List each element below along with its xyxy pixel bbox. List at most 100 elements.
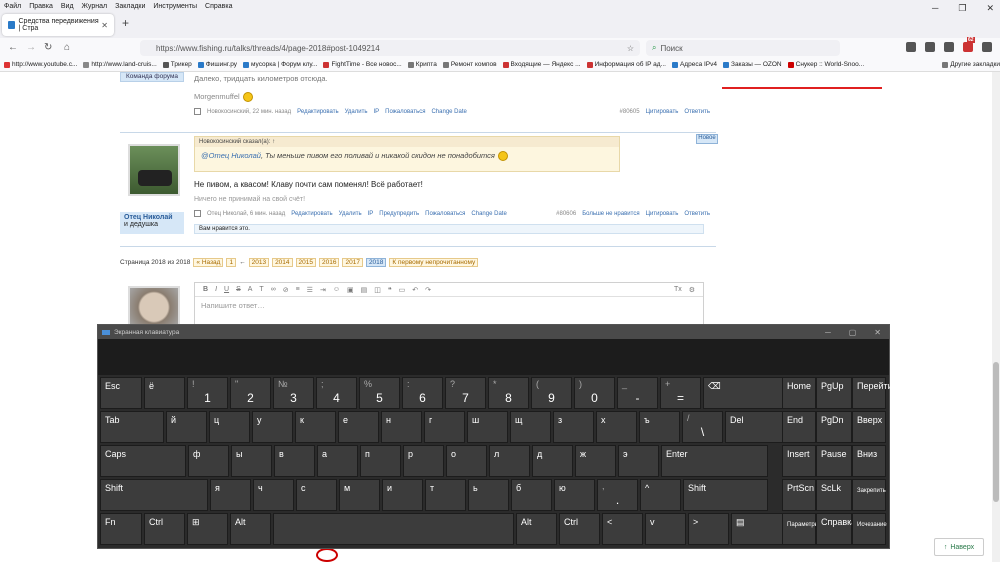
key[interactable]: я <box>210 479 251 511</box>
side-key[interactable]: End <box>782 411 816 443</box>
key[interactable]: ф <box>188 445 229 477</box>
redo-icon[interactable]: ↷ <box>425 286 431 294</box>
action-change-date[interactable]: Change Date <box>471 211 506 217</box>
key[interactable]: м <box>339 479 380 511</box>
key[interactable]: й <box>166 411 207 443</box>
bookmark-item[interactable]: http://www.land-cruis... <box>83 61 157 68</box>
key[interactable]: е <box>338 411 379 443</box>
key[interactable]: " 2 <box>230 377 271 409</box>
quote-mention[interactable]: @Отец Николай <box>201 151 261 160</box>
media-icon[interactable]: ▤ <box>361 286 368 294</box>
key[interactable]: Shift <box>683 479 768 511</box>
key[interactable]: ч <box>253 479 294 511</box>
key[interactable]: ; 4 <box>316 377 357 409</box>
new-tab-icon[interactable]: + <box>122 16 129 30</box>
list-icon[interactable]: ☰ <box>307 286 313 294</box>
key[interactable]: ё <box>144 377 185 409</box>
action-edit[interactable]: Редактировать <box>291 211 332 217</box>
bookmark-item[interactable]: http://www.youtube.c... <box>4 61 77 68</box>
key[interactable]: ⌫ <box>703 377 789 409</box>
maximize-icon[interactable]: ❐ <box>958 3 966 14</box>
page-scrollbar[interactable] <box>992 72 1000 562</box>
key[interactable]: v <box>645 513 686 545</box>
action-report[interactable]: Пожаловаться <box>425 211 465 217</box>
key[interactable]: з <box>553 411 594 443</box>
reload-icon[interactable]: ↻ <box>44 42 52 53</box>
key[interactable]: Alt <box>230 513 271 545</box>
key[interactable]: ц <box>209 411 250 443</box>
key[interactable]: э <box>618 445 659 477</box>
bookmark-item[interactable]: мусорка | Форум клу... <box>242 61 317 68</box>
extension-icon[interactable] <box>982 42 992 52</box>
key[interactable]: + = <box>660 377 701 409</box>
key[interactable]: > <box>688 513 729 545</box>
key[interactable]: ы <box>231 445 272 477</box>
side-key[interactable]: Параметры <box>782 513 819 545</box>
extension-icon[interactable] <box>906 42 916 52</box>
bookmark-item[interactable]: Заказы — OZON <box>723 61 782 68</box>
key[interactable]: ш <box>467 411 508 443</box>
code-icon[interactable]: ◫ <box>374 286 381 294</box>
key[interactable]: № 3 <box>273 377 314 409</box>
key[interactable]: г <box>424 411 465 443</box>
font-color-icon[interactable]: A <box>248 286 253 293</box>
action-quote[interactable]: Цитировать <box>646 211 679 217</box>
page-link[interactable]: 2016 <box>319 258 340 267</box>
key[interactable]: к <box>295 411 336 443</box>
key[interactable] <box>273 513 514 545</box>
bookmark-item[interactable]: FightTime - Все новос... <box>323 61 402 68</box>
side-key[interactable]: PgDn <box>816 411 852 443</box>
key[interactable]: а <box>317 445 358 477</box>
side-key[interactable]: Исчезание <box>852 513 887 545</box>
key[interactable]: (9 <box>531 377 572 409</box>
unlink-icon[interactable]: ⊘ <box>283 286 289 294</box>
key[interactable]: Tab <box>100 411 164 443</box>
keyboard-titlebar[interactable]: Экранная клавиатура ─ ▢ ✕ <box>98 325 889 339</box>
image-icon[interactable]: ▣ <box>347 286 354 294</box>
scrollbar-thumb[interactable] <box>993 362 999 502</box>
minimize-icon[interactable]: ─ <box>932 3 938 14</box>
minimize-icon[interactable]: ─ <box>825 328 831 337</box>
page-link[interactable]: 2015 <box>295 258 316 267</box>
maximize-icon[interactable]: ▢ <box>849 328 857 337</box>
key[interactable]: / \ <box>682 411 723 443</box>
key[interactable]: т <box>425 479 466 511</box>
key[interactable]: о <box>446 445 487 477</box>
undo-icon[interactable]: ↶ <box>412 286 418 294</box>
action-unlike[interactable]: Больше не нравится <box>582 211 639 217</box>
page-first[interactable]: 1 <box>226 258 237 267</box>
action-reply[interactable]: Ответить <box>684 211 710 217</box>
key[interactable]: Del <box>725 411 788 443</box>
key[interactable]: Ctrl <box>144 513 185 545</box>
action-edit[interactable]: Редактировать <box>297 109 338 115</box>
bookmark-item[interactable]: Снукер :: World-Snoo... <box>787 61 864 68</box>
key[interactable]: и <box>382 479 423 511</box>
settings-icon[interactable]: ⚙ <box>689 286 695 294</box>
post-number[interactable]: #80605 <box>620 109 640 115</box>
key[interactable]: ) 0 <box>574 377 615 409</box>
bookmark-item[interactable]: Информация об IP ад... <box>586 61 666 68</box>
key[interactable]: % 5 <box>359 377 400 409</box>
side-key[interactable]: Перейти <box>852 377 893 409</box>
action-ip[interactable]: IP <box>374 109 380 115</box>
back-to-top-button[interactable]: ↑ Наверх <box>934 538 984 556</box>
menu-item[interactable]: Журнал <box>82 3 108 10</box>
key[interactable]: ! 1 <box>187 377 228 409</box>
quote-header[interactable]: Новокосинский сказал(а): ↑ <box>195 137 619 147</box>
bold-icon[interactable]: B <box>203 286 208 293</box>
page-link[interactable]: 2014 <box>272 258 293 267</box>
key[interactable]: л <box>489 445 530 477</box>
smiley-icon[interactable]: ☺ <box>333 286 340 293</box>
quote-icon[interactable]: ❝ <box>388 286 392 294</box>
extension-icon[interactable] <box>925 42 935 52</box>
key[interactable]: у <box>252 411 293 443</box>
user-avatar[interactable] <box>128 144 180 196</box>
username-link[interactable]: Отец Николай <box>124 214 180 221</box>
side-key[interactable]: Вниз <box>852 445 886 477</box>
strike-icon[interactable]: S <box>236 286 241 293</box>
back-icon[interactable]: ← <box>8 42 18 53</box>
bookmark-item[interactable]: Крипта <box>407 61 437 68</box>
align-icon[interactable]: ≡ <box>296 286 300 293</box>
key[interactable]: * 8 <box>488 377 529 409</box>
search-box[interactable]: ⌕ Поиск <box>646 40 840 56</box>
